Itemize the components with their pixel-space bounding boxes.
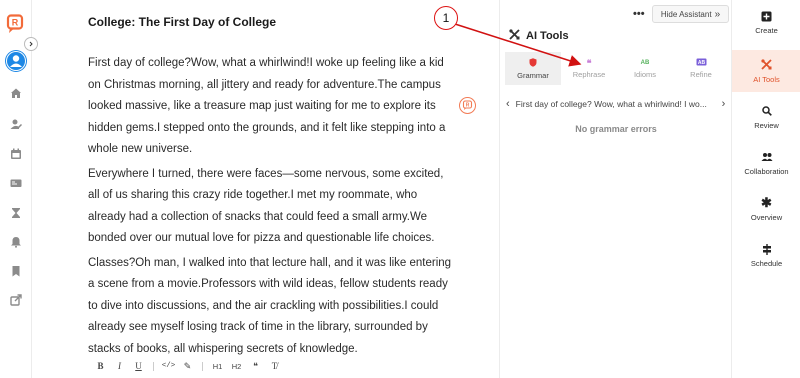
paragraph[interactable]: Everywhere I turned, there were faces—so… <box>88 164 458 250</box>
chevron-left-icon[interactable]: ‹ <box>506 98 510 110</box>
app-logo-icon[interactable]: R <box>6 14 26 34</box>
bookmark-icon[interactable] <box>8 263 24 279</box>
bold-button[interactable]: B <box>91 361 110 371</box>
paragraph[interactable]: First day of college?Wow, what a whirlwi… <box>88 53 458 161</box>
nav-label: Schedule <box>750 259 783 268</box>
quote-icon: ❝ <box>586 57 592 68</box>
paragraph[interactable]: Classes?Oh man, I walked into that lectu… <box>88 253 458 361</box>
quote-button[interactable]: ❝ <box>246 361 265 372</box>
nav-overview[interactable]: ✱ Overview <box>732 195 800 223</box>
plus-square-icon <box>761 10 773 22</box>
ab-box-icon: AB <box>696 58 707 68</box>
tab-label: Refine <box>690 70 712 79</box>
tab-label: Grammar <box>517 70 549 80</box>
home-icon[interactable] <box>8 85 24 101</box>
tab-rephrase[interactable]: ❝ Rephrase <box>561 52 617 85</box>
avatar[interactable] <box>5 50 27 72</box>
chevron-right-icon[interactable]: › <box>722 98 726 110</box>
highlight-button[interactable]: ✎ <box>178 361 197 372</box>
tab-grammar[interactable]: Grammar <box>505 52 561 85</box>
share-icon[interactable] <box>8 292 24 308</box>
asterisk-icon: ✱ <box>761 195 772 210</box>
left-rail: R <box>0 0 38 378</box>
heading2-button[interactable]: H2 <box>227 362 246 371</box>
heading1-button[interactable]: H1 <box>208 362 227 371</box>
document-title[interactable]: College: The First Day of College <box>88 15 276 29</box>
id-card-icon[interactable] <box>8 175 24 191</box>
grammar-status: No grammar errors <box>575 124 657 134</box>
assistant-trigger-icon[interactable]: R <box>459 97 476 114</box>
nav-label: Create <box>755 26 778 35</box>
double-chevron-right-icon: » <box>714 8 721 20</box>
code-button[interactable]: </> <box>159 362 178 370</box>
more-options-button[interactable]: ••• <box>633 8 645 20</box>
people-icon <box>761 151 773 163</box>
ai-tools-heading: AI Tools <box>509 29 569 43</box>
ab-icon: AB <box>640 59 650 66</box>
nav-collaboration[interactable]: Collaboration <box>732 151 800 177</box>
calendar-icon[interactable] <box>8 146 24 162</box>
italic-button[interactable]: I <box>110 361 129 371</box>
bell-icon[interactable] <box>8 234 24 250</box>
nav-label: AI Tools <box>753 74 780 84</box>
toolbar-divider <box>153 361 154 371</box>
editor: College: The First Day of College First … <box>33 0 499 378</box>
annotation-marker: 1 <box>434 6 458 30</box>
nav-ai-tools[interactable]: AI Tools <box>732 50 800 92</box>
signpost-icon <box>761 243 773 255</box>
hide-assistant-button[interactable]: Hide Assistant » <box>652 5 729 23</box>
document-body[interactable]: First day of college?Wow, what a whirlwi… <box>88 53 458 363</box>
tab-refine[interactable]: AB Refine <box>673 52 729 85</box>
sentence-snippet[interactable]: First day of college? Wow, what a whirlw… <box>516 99 716 109</box>
collapse-sidebar-button[interactable] <box>24 37 38 51</box>
right-nav: Create AI Tools Review Collaboration ✱ O… <box>731 0 800 378</box>
tab-label: Idioms <box>633 69 657 79</box>
tab-label: Rephrase <box>572 69 606 79</box>
sentence-navigator: ‹ First day of college? Wow, what a whir… <box>506 98 728 110</box>
formatting-toolbar: B I U </> ✎ H1 H2 ❝ T̸ <box>91 359 284 373</box>
ai-tools-tabs: Grammar ❝ Rephrase AB Idioms AB Refine <box>505 52 730 85</box>
clear-format-button[interactable]: T̸ <box>265 361 284 371</box>
user-edit-icon[interactable] <box>8 116 24 132</box>
ai-tools-title: AI Tools <box>526 30 569 42</box>
assistant-panel: ••• Hide Assistant » AI Tools Grammar ❝ … <box>499 0 731 378</box>
nav-label: Collaboration <box>744 167 789 176</box>
hide-assistant-label: Hide Assistant <box>660 9 712 19</box>
toolbar-divider <box>202 361 203 371</box>
tools-icon <box>509 29 520 43</box>
search-icon <box>761 105 773 117</box>
svg-text:R: R <box>12 18 19 28</box>
tools-icon <box>761 59 773 71</box>
nav-create[interactable]: Create <box>732 10 800 40</box>
svg-text:R: R <box>466 103 470 109</box>
hourglass-icon[interactable] <box>8 205 24 221</box>
nav-schedule[interactable]: Schedule <box>732 243 800 269</box>
nav-label: Overview <box>750 213 783 222</box>
nav-label: Review <box>754 121 779 130</box>
shield-icon <box>529 57 537 69</box>
underline-button[interactable]: U <box>129 361 148 371</box>
tab-idioms[interactable]: AB Idioms <box>617 52 673 85</box>
nav-review[interactable]: Review <box>732 105 800 131</box>
svg-text:AB: AB <box>697 60 705 66</box>
